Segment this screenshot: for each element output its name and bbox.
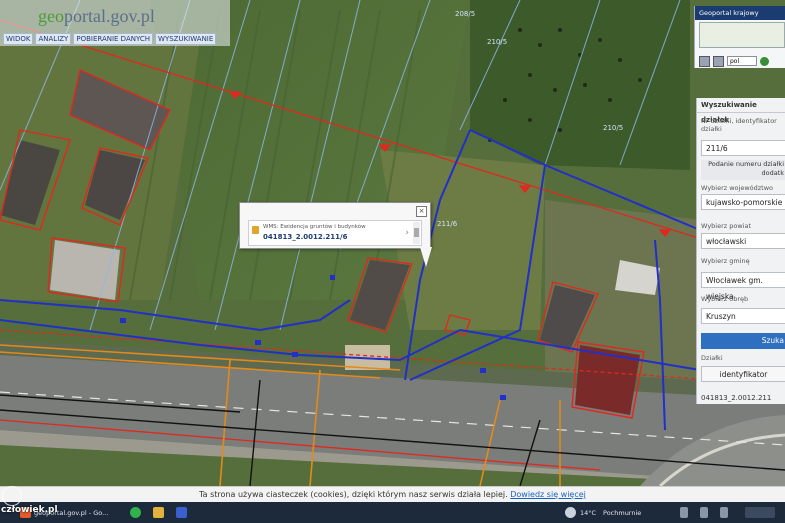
map-canvas[interactable]: 208/5 210/5 210/5 211/6 — [0, 0, 785, 523]
voivodeship-select[interactable]: kujawsko-pomorskie — [701, 194, 785, 210]
go-icon[interactable] — [760, 56, 769, 66]
parcels-column-header[interactable]: identyfikator — [701, 366, 785, 382]
popup-layer-name: WMS: Ewidencja gruntów i budynków — [263, 224, 366, 230]
network-icon[interactable] — [700, 507, 708, 518]
watermark-logo — [2, 486, 22, 506]
tray-icon[interactable] — [680, 507, 688, 518]
menu-widok[interactable]: WIDOK — [3, 32, 34, 45]
hint-text: Podanie numeru działki dodatk — [701, 160, 785, 180]
precinct-select[interactable]: Kruszyn — [701, 308, 785, 324]
commune-select[interactable]: Włocławek gm. wiejska — [701, 272, 785, 301]
app-logo[interactable]: geoportal.gov.pl — [38, 6, 155, 27]
save-icon[interactable] — [699, 55, 710, 67]
parcel-label-right: 210/5 — [603, 124, 623, 132]
parcel-label-mid: 210/5 — [487, 38, 507, 46]
panel-title: Wyszukiwanie działek — [697, 98, 785, 124]
overview-panel: Geoportal krajowy pol — [694, 6, 785, 68]
language-select[interactable]: pol — [727, 56, 757, 66]
cookie-link[interactable]: Dowiedz się więcej — [510, 490, 586, 499]
folder-icon[interactable] — [153, 507, 164, 518]
parcel-label-main: 211/6 — [437, 220, 458, 228]
whatsapp-icon[interactable] — [130, 507, 141, 518]
county-select[interactable]: włocławski — [701, 233, 785, 249]
volume-icon[interactable] — [720, 507, 728, 518]
taskbar: geoportal.gov.pl - Go... 14°C Pochmurnie — [0, 502, 785, 523]
popup-result[interactable]: WMS: Ewidencja gruntów i budynków 041813… — [248, 220, 422, 246]
voivodeship-label: Wybierz województwo — [701, 184, 774, 192]
menu-wyszukiwanie[interactable]: WYSZUKIWANIE — [155, 32, 217, 45]
popup-scrollbar[interactable] — [413, 222, 420, 244]
parcel-search-panel: Wyszukiwanie działek Nr działki, identyf… — [696, 98, 785, 404]
chevron-right-icon[interactable]: › — [405, 228, 409, 238]
logo-name: portal.gov.pl — [64, 6, 155, 26]
menu-analizy[interactable]: ANALIZY — [35, 32, 72, 45]
precinct-label: Wybierz obręb — [701, 295, 749, 303]
popup-pointer — [420, 247, 432, 267]
county-label: Wybierz powiat — [701, 222, 751, 230]
popup-parcel-id: 041813_2.0012.211/6 — [263, 233, 348, 241]
parcel-id-label: Nr działki, identyfikator działki — [701, 117, 777, 133]
parcel-label-top: 208/5 — [455, 10, 475, 18]
main-menu: WIDOK ANALIZY POBIERANIE DANYCH WYSZUKIW… — [0, 31, 230, 46]
menu-pobieranie-danych[interactable]: POBIERANIE DANYCH — [73, 32, 154, 45]
cookie-banner: Ta strona używa ciasteczek (cookies), dz… — [0, 486, 785, 503]
feature-info-popup: × WMS: Ewidencja gruntów i budynków 0418… — [239, 202, 432, 267]
overview-title: Geoportal krajowy — [695, 6, 785, 20]
logo-prefix: geo — [38, 6, 64, 26]
parcel-id-input[interactable]: 211/6 — [701, 140, 785, 156]
layer-icon — [252, 226, 259, 234]
weather-temperature: 14°C — [580, 509, 597, 517]
logo-header: geoportal.gov.pl WIDOK ANALIZY POBIERANI… — [0, 0, 230, 46]
commune-label: Wybierz gminę — [701, 257, 750, 265]
cookie-text: Ta strona używa ciasteczek (cookies), dz… — [199, 490, 511, 499]
app-icon[interactable] — [176, 507, 187, 518]
watermark-text: człowiek.pl — [1, 505, 58, 515]
close-icon[interactable]: × — [416, 206, 427, 217]
overview-map[interactable] — [699, 22, 785, 48]
tool-row: pol — [699, 54, 783, 68]
print-icon[interactable] — [713, 55, 724, 67]
clock-icon[interactable] — [745, 507, 775, 518]
parcel-result-row[interactable]: 041813_2.0012.211 — [701, 394, 785, 402]
parcels-label: Działki — [701, 354, 723, 362]
search-button[interactable]: Szuka — [701, 333, 785, 349]
weather-condition: Pochmurnie — [603, 509, 642, 517]
weather-icon — [565, 507, 576, 518]
